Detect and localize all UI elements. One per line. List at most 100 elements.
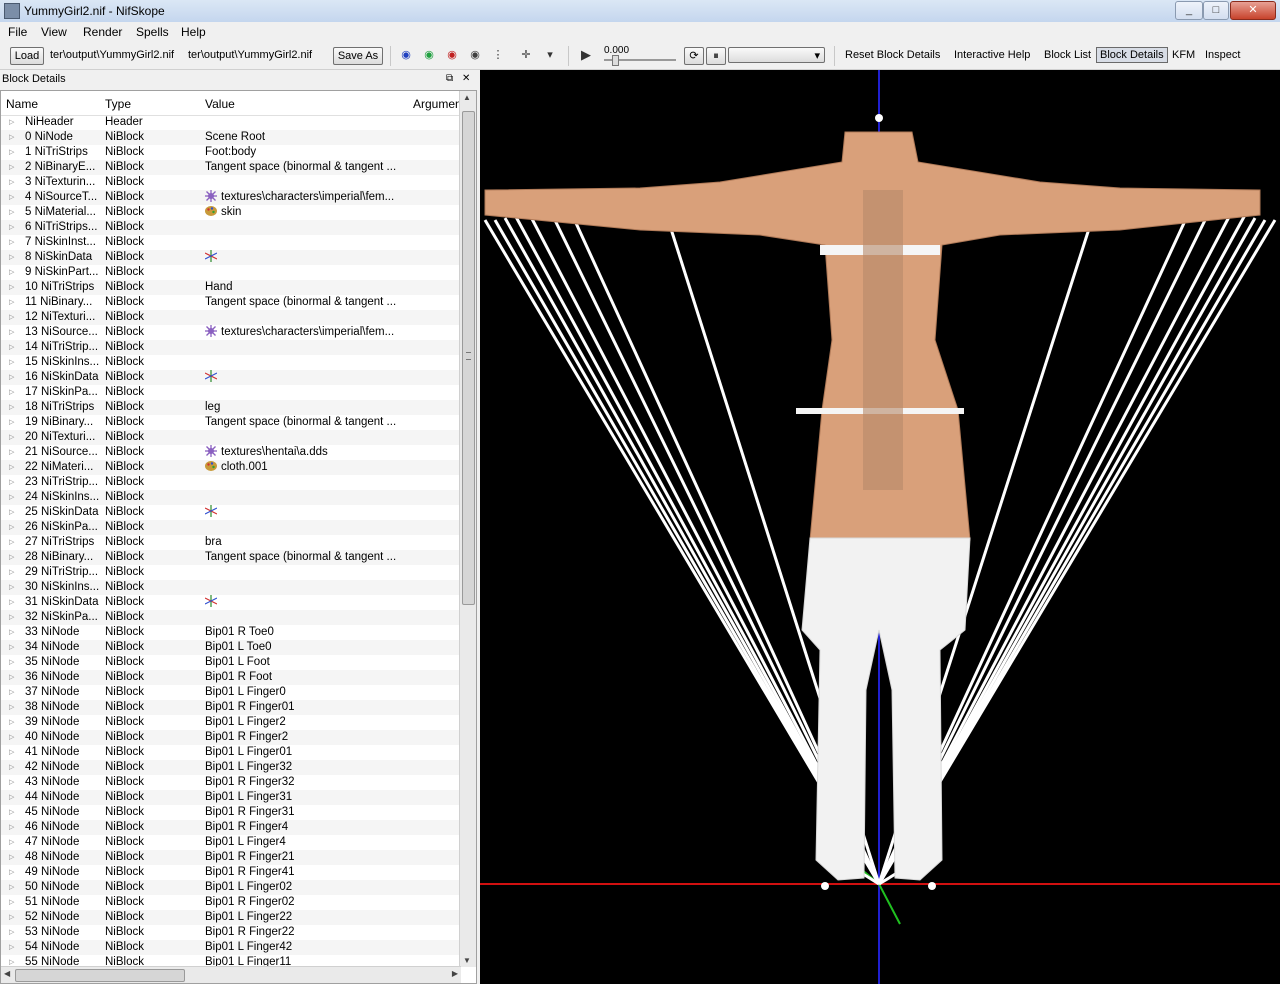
scroll-right-icon[interactable]: ▶ <box>452 969 458 978</box>
table-row[interactable]: ▷ 25 NiSkinData NiBlock <box>1 505 461 520</box>
table-row[interactable]: ▷ 22 NiMateri... NiBlock cloth.001 <box>1 460 461 475</box>
eye-gray-icon[interactable]: ◉ <box>467 49 483 61</box>
expand-arrow-icon[interactable]: ▷ <box>9 175 14 190</box>
expand-arrow-icon[interactable]: ▷ <box>9 670 14 685</box>
table-row[interactable]: ▷ 2 NiBinaryE... NiBlock Tangent space (bin… <box>1 160 461 175</box>
table-row[interactable]: ▷ 40 NiNode NiBlock Bip01 R Finger2 <box>1 730 461 745</box>
table-row[interactable]: ▷ NiHeader Header <box>1 115 461 130</box>
expand-arrow-icon[interactable]: ▷ <box>9 655 14 670</box>
table-row[interactable]: ▷ 47 NiNode NiBlock Bip01 L Finger4 <box>1 835 461 850</box>
expand-arrow-icon[interactable]: ▷ <box>9 820 14 835</box>
eye-green-icon[interactable]: ◉ <box>421 49 437 61</box>
table-row[interactable]: ▷ 34 NiNode NiBlock Bip01 L Toe0 <box>1 640 461 655</box>
expand-arrow-icon[interactable]: ▷ <box>9 280 14 295</box>
table-row[interactable]: ▷ 4 NiSourceT... NiBlock textures\character… <box>1 190 461 205</box>
expand-arrow-icon[interactable]: ▷ <box>9 595 14 610</box>
table-row[interactable]: ▷ 29 NiTriStrip... NiBlock <box>1 565 461 580</box>
expand-arrow-icon[interactable]: ▷ <box>9 265 14 280</box>
expand-arrow-icon[interactable]: ▷ <box>9 520 14 535</box>
header-name[interactable]: Name <box>6 97 38 111</box>
expand-arrow-icon[interactable]: ▷ <box>9 850 14 865</box>
expand-arrow-icon[interactable]: ▷ <box>9 700 14 715</box>
expand-arrow-icon[interactable]: ▷ <box>9 565 14 580</box>
table-row[interactable]: ▷ 19 NiBinary... NiBlock Tangent space (bin… <box>1 415 461 430</box>
expand-arrow-icon[interactable]: ▷ <box>9 205 14 220</box>
table-row[interactable]: ▷ 5 NiMaterial... NiBlock skin <box>1 205 461 220</box>
vertical-scrollbar[interactable]: ▲ ▼ <box>459 91 476 967</box>
block-list-link[interactable]: Block List <box>1044 49 1091 61</box>
expand-arrow-icon[interactable]: ▷ <box>9 340 14 355</box>
table-row[interactable]: ▷ 54 NiNode NiBlock Bip01 L Finger42 <box>1 940 461 955</box>
reset-block-details-link[interactable]: Reset Block Details <box>845 49 940 61</box>
scroll-left-icon[interactable]: ◀ <box>4 969 10 978</box>
expand-arrow-icon[interactable]: ▷ <box>9 760 14 775</box>
expand-arrow-icon[interactable]: ▷ <box>9 355 14 370</box>
table-row[interactable]: ▷ 41 NiNode NiBlock Bip01 L Finger01 <box>1 745 461 760</box>
expand-arrow-icon[interactable]: ▷ <box>9 490 14 505</box>
table-row[interactable]: ▷ 33 NiNode NiBlock Bip01 R Toe0 <box>1 625 461 640</box>
interactive-help-link[interactable]: Interactive Help <box>954 49 1030 61</box>
kfm-link[interactable]: KFM <box>1172 49 1195 61</box>
table-row[interactable]: ▷ 50 NiNode NiBlock Bip01 L Finger02 <box>1 880 461 895</box>
table-row[interactable]: ▷ 35 NiNode NiBlock Bip01 L Foot <box>1 655 461 670</box>
header-type[interactable]: Type <box>105 97 131 111</box>
expand-arrow-icon[interactable]: ▷ <box>9 745 14 760</box>
expand-arrow-icon[interactable]: ▷ <box>9 805 14 820</box>
load-button[interactable]: Load <box>10 47 44 65</box>
table-row[interactable]: ▷ 15 NiSkinIns... NiBlock <box>1 355 461 370</box>
view-dropdown-icon[interactable]: ▾ <box>542 49 558 61</box>
save-path-input[interactable]: ter\output\YummyGirl2.nif <box>188 47 326 64</box>
expand-arrow-icon[interactable]: ▷ <box>9 940 14 955</box>
switch-anim-icon[interactable]: ⏸ <box>706 47 726 65</box>
table-row[interactable]: ▷ 17 NiSkinPa... NiBlock <box>1 385 461 400</box>
expand-arrow-icon[interactable]: ▷ <box>9 160 14 175</box>
dock-close-icon[interactable]: ✕ <box>462 70 470 88</box>
table-row[interactable]: ▷ 8 NiSkinData NiBlock <box>1 250 461 265</box>
menu-file[interactable]: File <box>8 25 27 39</box>
expand-arrow-icon[interactable]: ▷ <box>9 715 14 730</box>
table-row[interactable]: ▷ 10 NiTriStrips NiBlock Hand <box>1 280 461 295</box>
table-row[interactable]: ▷ 11 NiBinary... NiBlock Tangent space (bin… <box>1 295 461 310</box>
horizontal-scrollbar[interactable]: ◀ ▶ <box>1 966 461 983</box>
table-row[interactable]: ▷ 9 NiSkinPart... NiBlock <box>1 265 461 280</box>
table-row[interactable]: ▷ 28 NiBinary... NiBlock Tangent space (bin… <box>1 550 461 565</box>
expand-arrow-icon[interactable]: ▷ <box>9 910 14 925</box>
move-axes-icon[interactable]: ✛ <box>518 49 534 61</box>
table-row[interactable]: ▷ 38 NiNode NiBlock Bip01 R Finger01 <box>1 700 461 715</box>
expand-arrow-icon[interactable]: ▷ <box>9 190 14 205</box>
table-row[interactable]: ▷ 44 NiNode NiBlock Bip01 L Finger31 <box>1 790 461 805</box>
expand-arrow-icon[interactable]: ▷ <box>9 115 14 130</box>
expand-arrow-icon[interactable]: ▷ <box>9 430 14 445</box>
table-row[interactable]: ▷ 0 NiNode NiBlock Scene Root <box>1 130 461 145</box>
vertical-scroll-thumb[interactable] <box>462 111 475 605</box>
scroll-down-icon[interactable]: ▼ <box>463 956 471 965</box>
table-row[interactable]: ▷ 1 NiTriStrips NiBlock Foot:body <box>1 145 461 160</box>
table-row[interactable]: ▷ 7 NiSkinInst... NiBlock <box>1 235 461 250</box>
expand-arrow-icon[interactable]: ▷ <box>9 505 14 520</box>
table-row[interactable]: ▷ 43 NiNode NiBlock Bip01 R Finger32 <box>1 775 461 790</box>
expand-arrow-icon[interactable]: ▷ <box>9 580 14 595</box>
table-row[interactable]: ▷ 32 NiSkinPa... NiBlock <box>1 610 461 625</box>
horizontal-scroll-thumb[interactable] <box>15 969 185 982</box>
float-icon[interactable]: ⧉ <box>446 70 453 88</box>
table-row[interactable]: ▷ 36 NiNode NiBlock Bip01 R Foot <box>1 670 461 685</box>
expand-arrow-icon[interactable]: ▷ <box>9 445 14 460</box>
inspect-link[interactable]: Inspect <box>1205 49 1240 61</box>
menu-spells[interactable]: Spells <box>136 25 169 39</box>
play-icon[interactable]: ▶ <box>578 48 594 61</box>
table-row[interactable]: ▷ 37 NiNode NiBlock Bip01 L Finger0 <box>1 685 461 700</box>
loop-icon[interactable]: ⟳ <box>684 47 704 65</box>
expand-arrow-icon[interactable]: ▷ <box>9 865 14 880</box>
table-row[interactable]: ▷ 51 NiNode NiBlock Bip01 R Finger02 <box>1 895 461 910</box>
expand-arrow-icon[interactable]: ▷ <box>9 610 14 625</box>
table-row[interactable]: ▷ 18 NiTriStrips NiBlock leg <box>1 400 461 415</box>
time-slider[interactable] <box>604 55 676 66</box>
table-row[interactable]: ▷ 39 NiNode NiBlock Bip01 L Finger2 <box>1 715 461 730</box>
expand-arrow-icon[interactable]: ▷ <box>9 880 14 895</box>
load-path-input[interactable]: ter\output\YummyGirl2.nif <box>50 47 184 64</box>
expand-arrow-icon[interactable]: ▷ <box>9 310 14 325</box>
expand-arrow-icon[interactable]: ▷ <box>9 400 14 415</box>
table-row[interactable]: ▷ 13 NiSource... NiBlock textures\character… <box>1 325 461 340</box>
table-row[interactable]: ▷ 31 NiSkinData NiBlock <box>1 595 461 610</box>
table-row[interactable]: ▷ 21 NiSource... NiBlock textures\hentai\a.… <box>1 445 461 460</box>
